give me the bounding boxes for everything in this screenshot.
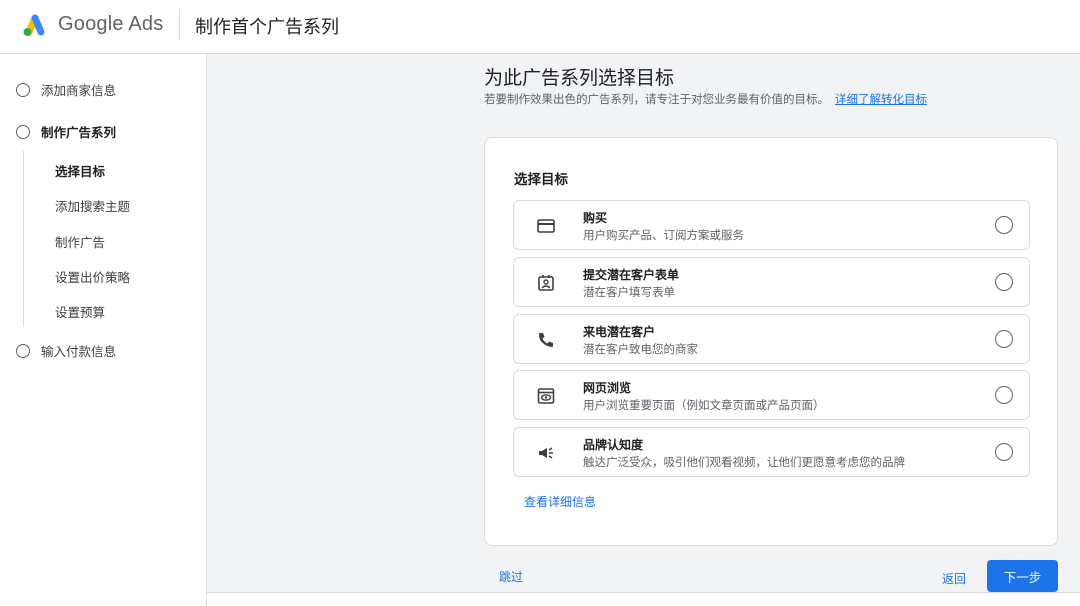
learn-more-link[interactable]: 详细了解转化目标 (835, 92, 927, 106)
header-divider (179, 10, 180, 40)
google-ads-logo-icon[interactable] (20, 12, 48, 38)
footer-bar (207, 592, 1080, 606)
goal-name: 品牌认知度 (583, 438, 644, 452)
sidebar-substep-budget[interactable]: 设置预算 (55, 302, 105, 321)
goal-radio-button[interactable] (995, 216, 1013, 234)
next-button[interactable]: 下一步 (987, 560, 1058, 592)
section-subtitle: 若要制作效果出色的广告系列，请专注于对您业务最有价值的目标。 详细了解转化目标 (484, 91, 927, 107)
section-title: 为此广告系列选择目标 (484, 67, 675, 89)
page-title: 制作首个广告系列 (195, 17, 339, 38)
step-circle-icon (16, 82, 30, 97)
goal-selection-card: 选择目标 购买 用户购买产品、订阅方案或服务 提交潜在客户表单 潜在客户填写表单… (484, 137, 1058, 546)
goal-description: 触达广泛受众，吸引他们观看视频，让他们更愿意考虑您的品牌 (583, 455, 905, 469)
sidebar-substep-create-ad[interactable]: 制作广告 (55, 232, 105, 251)
contact-form-icon (538, 275, 554, 291)
web-view-icon (537, 388, 555, 404)
goal-option-lead-form[interactable]: 提交潜在客户表单 潜在客户填写表单 (513, 257, 1030, 307)
credit-card-icon (537, 219, 555, 233)
goal-description: 用户浏览重要页面（例如文章页面或产品页面） (583, 398, 825, 412)
card-title: 选择目标 (514, 172, 568, 188)
sidebar-step-create-campaign[interactable]: 制作广告系列 (16, 122, 116, 141)
megaphone-icon (539, 447, 553, 459)
goal-option-purchase[interactable]: 购买 用户购买产品、订阅方案或服务 (513, 200, 1030, 250)
phone-icon (539, 333, 553, 347)
goal-name: 购买 (583, 211, 608, 225)
goal-name: 来电潜在客户 (583, 325, 656, 339)
goal-option-phone-calls[interactable]: 来电潜在客户 潜在客户致电您的商家 (513, 314, 1030, 364)
sidebar-step-label: 输入付款信息 (41, 344, 117, 359)
progress-sidebar: 添加商家信息 制作广告系列 选择目标 添加搜索主题 制作广告 设置出价策略 设置… (0, 54, 207, 606)
goal-option-page-views[interactable]: 网页浏览 用户浏览重要页面（例如文章页面或产品页面） (513, 370, 1030, 420)
goal-description: 潜在客户致电您的商家 (583, 342, 698, 356)
view-details-link[interactable]: 查看详细信息 (524, 493, 596, 510)
goal-name: 提交潜在客户表单 (583, 268, 680, 282)
sidebar-substep-search-themes[interactable]: 添加搜索主题 (55, 196, 130, 215)
goal-radio-button[interactable] (995, 386, 1013, 404)
subtitle-text: 若要制作效果出色的广告系列，请专注于对您业务最有价值的目标。 (484, 92, 829, 106)
goal-description: 用户购买产品、订阅方案或服务 (583, 228, 744, 242)
back-button[interactable]: 返回 (942, 570, 966, 587)
sidebar-step-payment[interactable]: 输入付款信息 (16, 341, 116, 360)
substep-connector-line (23, 151, 24, 327)
step-circle-icon (16, 124, 30, 139)
app-header: Google Ads 制作首个广告系列 (0, 0, 1080, 54)
sidebar-substep-bidding[interactable]: 设置出价策略 (55, 267, 130, 286)
goal-radio-button[interactable] (995, 273, 1013, 291)
brand-name: Google Ads (58, 13, 164, 35)
step-circle-icon (16, 343, 30, 358)
sidebar-substep-choose-goal[interactable]: 选择目标 (55, 161, 105, 180)
sidebar-step-label: 添加商家信息 (41, 83, 117, 98)
goal-description: 潜在客户填写表单 (583, 285, 675, 299)
goal-option-brand-awareness[interactable]: 品牌认知度 触达广泛受众，吸引他们观看视频，让他们更愿意考虑您的品牌 (513, 427, 1030, 477)
goal-radio-button[interactable] (995, 443, 1013, 461)
goal-radio-button[interactable] (995, 330, 1013, 348)
sidebar-step-business-info[interactable]: 添加商家信息 (16, 80, 116, 99)
skip-link[interactable]: 跳过 (499, 568, 523, 585)
goal-name: 网页浏览 (583, 381, 632, 395)
sidebar-step-label: 制作广告系列 (41, 125, 117, 140)
